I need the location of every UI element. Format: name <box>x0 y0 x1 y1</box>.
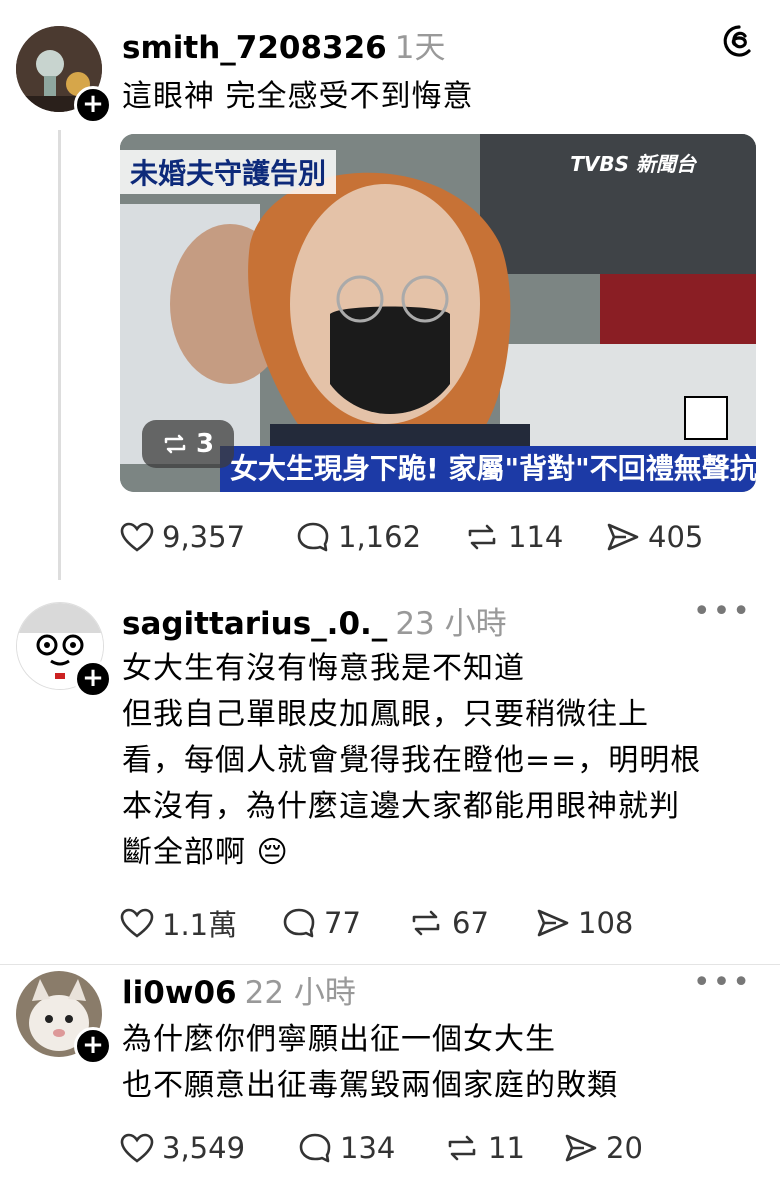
action-bar: 9,357 1,162 114 405 <box>120 520 703 554</box>
comment-count: 1,162 <box>338 520 422 554</box>
send-icon <box>607 523 639 551</box>
repost-count: 114 <box>508 520 564 554</box>
like-button[interactable]: 3,549 <box>120 1131 298 1165</box>
comment-icon <box>297 522 329 552</box>
share-button[interactable]: 108 <box>536 906 633 940</box>
thread-line <box>58 130 61 580</box>
repost-icon <box>468 524 496 550</box>
like-count: 3,549 <box>162 1131 246 1165</box>
post-text: 女大生有沒有悔意我是不知道 但我自己單眼皮加鳳眼，只要稍微往上 看，每個人就會覺… <box>122 651 702 870</box>
repost-badge-count: 3 <box>195 429 215 459</box>
timestamp: 1天 <box>394 30 446 66</box>
comment-count: 134 <box>340 1131 396 1165</box>
action-bar: 3,549 134 11 20 <box>120 1131 643 1165</box>
repost-button[interactable]: 67 <box>408 906 536 940</box>
share-count: 405 <box>648 520 704 554</box>
repost-button[interactable]: 114 <box>464 520 606 554</box>
share-button[interactable]: 20 <box>564 1131 643 1165</box>
more-options-icon[interactable]: ••• <box>693 594 752 629</box>
comment-icon <box>299 1133 331 1163</box>
comment-count: 77 <box>324 906 361 940</box>
like-count: 1.1萬 <box>162 908 238 942</box>
timestamp: 23 小時 <box>395 606 507 642</box>
like-button[interactable]: 1.1萬 <box>120 902 282 944</box>
username-text[interactable]: li0w06 <box>122 975 237 1011</box>
repost-icon <box>448 1135 476 1161</box>
action-bar: 1.1萬 77 67 108 <box>120 902 633 944</box>
repost-badge[interactable]: 3 <box>142 420 234 468</box>
send-icon <box>537 909 569 937</box>
username[interactable]: sagittarius_.0._ 23 小時 <box>122 598 507 643</box>
post-text: 為什麼你們寧願出征一個女大生 也不願意出征毒駕毀兩個家庭的敗類 <box>122 1022 618 1103</box>
follow-button[interactable]: + <box>74 1027 112 1065</box>
repost-icon <box>164 434 186 454</box>
post-text: 這眼神 完全感受不到悔意 <box>122 79 474 114</box>
share-count: 108 <box>578 906 634 940</box>
comment-button[interactable]: 77 <box>282 906 408 940</box>
share-count: 20 <box>606 1131 643 1165</box>
heart-icon <box>120 1133 154 1163</box>
username-text[interactable]: smith_7208326 <box>122 30 387 66</box>
threads-icon[interactable] <box>722 24 756 62</box>
username[interactable]: li0w06 22 小時 <box>122 967 356 1012</box>
channel-logo: TVBS 新聞台 <box>570 152 696 176</box>
like-button[interactable]: 9,357 <box>120 520 296 554</box>
top-caption: 未婚夫守護告別 <box>120 150 337 194</box>
timestamp: 22 小時 <box>244 975 356 1011</box>
qr-code-icon <box>684 396 728 440</box>
comment-button[interactable]: 134 <box>298 1131 444 1165</box>
more-options-icon[interactable]: ••• <box>693 965 752 1000</box>
post-1: + smith_7208326 1天 這眼神 完全感受不到悔意 未婚夫守護告別 T… <box>0 0 780 590</box>
repost-button[interactable]: 11 <box>444 1131 564 1165</box>
comment-icon <box>283 908 315 938</box>
username-text[interactable]: sagittarius_.0._ <box>122 606 387 642</box>
repost-count: 67 <box>452 906 489 940</box>
follow-button[interactable]: + <box>74 86 112 124</box>
post-3: + li0w06 22 小時 ••• 為什麼你們寧願出征一個女大生 也不願意出征毒… <box>0 965 780 1200</box>
bottom-caption: 女大生現身下跪! 家屬"背對"不回禮無聲抗議 <box>220 446 756 492</box>
post-image[interactable]: 未婚夫守護告別 TVBS 新聞台 女大生現身下跪! 家屬"背對"不回禮無聲抗議 … <box>120 134 756 492</box>
follow-button[interactable]: + <box>74 660 112 698</box>
post-2: + sagittarius_.0._ 23 小時 ••• 女大生有沒有悔意我是不知… <box>0 590 780 964</box>
heart-icon <box>120 522 154 552</box>
heart-icon <box>120 908 154 938</box>
username[interactable]: smith_7208326 1天 <box>122 22 446 67</box>
repost-count: 11 <box>488 1131 525 1165</box>
send-icon <box>565 1134 597 1162</box>
repost-icon <box>412 910 440 936</box>
like-count: 9,357 <box>162 520 246 554</box>
share-button[interactable]: 405 <box>606 520 703 554</box>
comment-button[interactable]: 1,162 <box>296 520 464 554</box>
